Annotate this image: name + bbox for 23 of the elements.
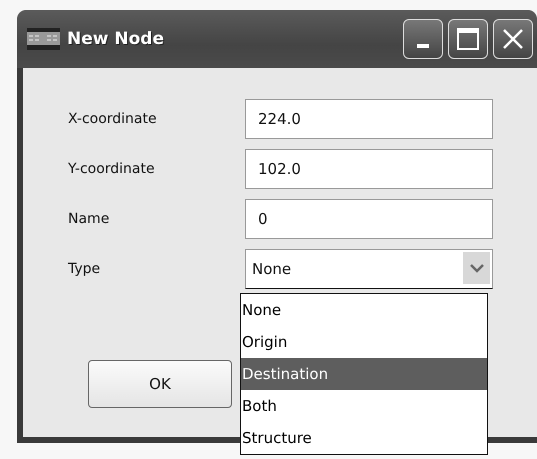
chevron-down-icon	[470, 264, 484, 272]
dropdown-option[interactable]: Destination	[241, 358, 487, 390]
ok-button[interactable]: OK	[88, 360, 232, 408]
text-field[interactable]: 102.0	[245, 149, 493, 189]
close-icon	[501, 27, 525, 51]
dropdown-option[interactable]: Both	[241, 390, 487, 422]
dropdown-option[interactable]: Origin	[241, 326, 487, 358]
field-label: Y-coordinate	[68, 161, 156, 177]
dropdown-option[interactable]: Structure	[241, 422, 487, 454]
text-field[interactable]: 224.0	[245, 99, 493, 139]
maximize-icon	[456, 27, 480, 51]
field-label: Type	[68, 261, 102, 277]
maximize-button[interactable]	[448, 19, 488, 59]
text-field[interactable]: 0	[245, 199, 493, 239]
minimize-icon	[417, 44, 429, 48]
close-button[interactable]	[493, 19, 533, 59]
field-label: X-coordinate	[68, 111, 158, 127]
window-title: New Node	[67, 29, 165, 49]
window-icon	[27, 28, 60, 50]
minimize-button[interactable]	[403, 19, 443, 59]
dropdown-option[interactable]: None	[241, 294, 487, 326]
field-label: Name	[68, 211, 110, 227]
type-dropdown[interactable]: None	[245, 249, 493, 289]
